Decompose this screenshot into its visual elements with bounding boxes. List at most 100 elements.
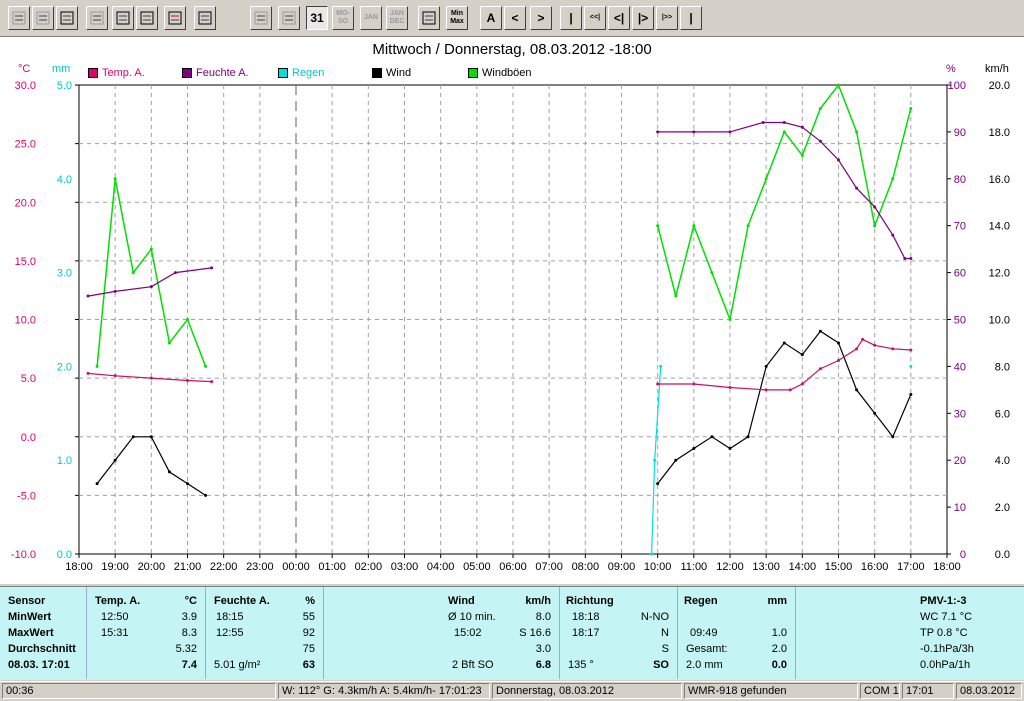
wind-header: Wind: [448, 595, 475, 607]
minmax-icon[interactable]: Min Max: [446, 6, 468, 30]
auto-button-label: A: [486, 11, 496, 25]
status-time: 00:36: [2, 683, 276, 699]
direction-degrees: 135 °: [568, 659, 594, 671]
data-point-wind: [204, 493, 208, 497]
rewind-button[interactable]: <|: [608, 6, 630, 30]
rain-amount: 2.0 mm: [686, 659, 723, 671]
x-tick-label: 00:00: [282, 561, 310, 573]
sensor-header: Sensor: [8, 595, 46, 607]
rain-tick-label: 4.0: [57, 174, 72, 186]
data-point-tempa: [113, 374, 117, 378]
data-point-windben: [656, 224, 660, 228]
open-icon[interactable]: [8, 6, 30, 30]
save-as-icon[interactable]: [56, 6, 78, 30]
pmv-pressure-3h: -0.1hPa/3h: [920, 643, 974, 655]
wind-max-time: 15:02: [454, 627, 482, 639]
data-point-windben: [692, 224, 696, 228]
wind-tick-label: 0.0: [995, 549, 1010, 561]
first-button[interactable]: |: [560, 6, 582, 30]
data-point-feuchtea: [873, 205, 877, 209]
data-point-feuchtea: [903, 257, 907, 261]
humidity-tick-label: 10: [954, 502, 966, 514]
data-point-tempa: [656, 382, 660, 386]
data-point-tempa: [818, 367, 822, 371]
last-button[interactable]: |: [680, 6, 702, 30]
wind-current: 6.8: [535, 659, 551, 671]
humidity-absolute: 5.01 g/m²: [214, 659, 261, 671]
rewind-fast-button[interactable]: <<|: [584, 6, 606, 30]
temp-tick-label: -10.0: [11, 549, 36, 561]
direction-column: Richtung 18:18 N-NO 18:17 N S 135 ° SO: [560, 587, 678, 679]
list-icon[interactable]: [418, 6, 440, 30]
print-icon[interactable]: [136, 6, 158, 30]
forward-fast-button-label: |>>: [661, 14, 673, 21]
forward-fast-button[interactable]: |>>: [656, 6, 678, 30]
wind-tick-label: 14.0: [989, 221, 1010, 233]
temp-unit: °C: [184, 595, 197, 607]
wind-tick-label: 8.0: [995, 361, 1010, 373]
week-view-icon[interactable]: MO-SO: [332, 6, 354, 30]
day-view-icon[interactable]: 31: [306, 6, 328, 30]
pmv-header: PMV-1:-3: [920, 595, 967, 607]
x-tick-label: 01:00: [318, 561, 346, 573]
month-view-icon[interactable]: JAN: [360, 6, 382, 30]
x-tick-label: 13:00: [752, 561, 780, 573]
graph-icon[interactable]: [164, 6, 186, 30]
status-date: Donnerstag, 08.03.2012: [492, 683, 682, 699]
data-point-wind: [692, 446, 696, 450]
x-tick-label: 09:00: [608, 561, 636, 573]
auto-button[interactable]: A: [480, 6, 502, 30]
forward-button[interactable]: |>: [632, 6, 654, 30]
rain-current: 0.0: [771, 659, 787, 671]
data-point-wind: [891, 435, 895, 439]
data-point-feuchtea: [818, 139, 822, 143]
data-point-tempa: [788, 388, 792, 392]
rain-tick-label: 5.0: [57, 80, 72, 92]
year-view-icon[interactable]: JAN DEC: [386, 6, 408, 30]
x-tick-label: 06:00: [499, 561, 527, 573]
humidity-tick-label: 70: [954, 221, 966, 233]
data-point-wind: [837, 341, 840, 345]
data-point-regen: [650, 552, 654, 556]
data-point-wind: [728, 446, 732, 450]
save-icon[interactable]: [32, 6, 54, 30]
day-view-icon-label: 31: [310, 11, 324, 25]
data-point-feuchtea: [855, 186, 859, 190]
rain-tick-label: 3.0: [57, 268, 72, 280]
next-button[interactable]: >: [530, 6, 552, 30]
humidity-tick-label: 100: [948, 80, 966, 92]
humidity-tick-label: 80: [954, 174, 966, 186]
data-point-feuchtea: [909, 257, 913, 261]
data-point-wind: [186, 482, 189, 486]
rain-tick-label: 0.0: [57, 549, 72, 561]
data-point-tempa: [149, 376, 153, 380]
wind-avg: 3.0: [535, 643, 551, 655]
data-point-wind: [855, 388, 859, 392]
table-icon[interactable]: [86, 6, 108, 30]
data-point-feuchtea: [149, 285, 153, 289]
x-tick-label: 10:00: [644, 561, 672, 573]
wind-tick-label: 10.0: [989, 315, 1010, 327]
timeline-icon[interactable]: [250, 6, 272, 30]
graph-window-icon[interactable]: [194, 6, 216, 30]
data-point-feuchtea: [728, 130, 732, 134]
temp-header: Temp. A.: [95, 595, 141, 607]
data-point-tempa: [692, 382, 696, 386]
humidity-tick-label: 50: [954, 315, 966, 327]
prev-button[interactable]: <: [504, 6, 526, 30]
data-point-wind: [149, 435, 153, 439]
rain-total-label: Gesamt:: [686, 643, 728, 655]
data-point-tempa: [873, 343, 877, 347]
data-point-feuchtea: [86, 294, 90, 298]
wind-column: Wind km/h Ø 10 min. 8.0 15:02 S 16.6 3.0…: [324, 587, 560, 679]
notes-icon[interactable]: [112, 6, 134, 30]
data-point-windben: [167, 341, 171, 345]
target-icon[interactable]: [278, 6, 300, 30]
status-station: WMR-918 gefunden: [684, 683, 858, 699]
data-point-windben: [837, 83, 840, 87]
x-tick-label: 19:00: [101, 561, 129, 573]
pmv-windchill: WC 7.1 °C: [920, 611, 973, 623]
humidity-min: 55: [302, 611, 315, 623]
temp-tick-label: 5.0: [21, 373, 36, 385]
temp-min-time: 12:50: [101, 611, 129, 623]
